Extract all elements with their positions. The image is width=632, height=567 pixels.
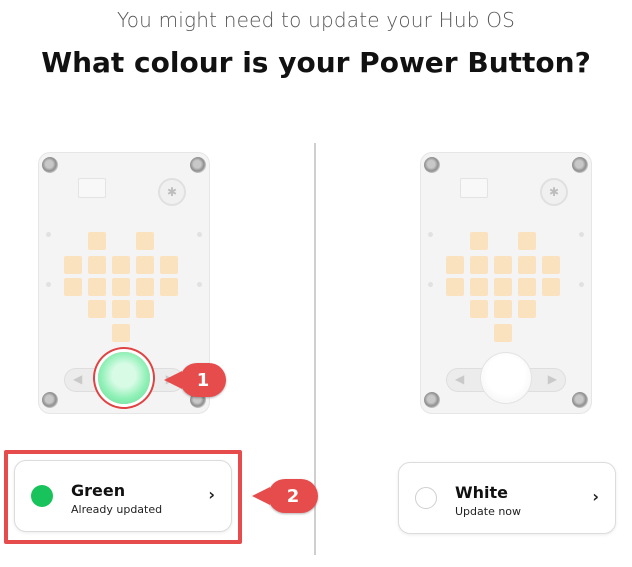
green-power-button-icon [98, 352, 150, 404]
callout-badge: 2 [252, 479, 318, 513]
led-pixel [542, 278, 560, 296]
option-subtitle: Already updated [71, 503, 163, 516]
led-pixel [112, 278, 130, 296]
screw-icon [424, 392, 440, 408]
led-pixel [446, 278, 464, 296]
led-pixel [64, 256, 82, 274]
side-dot [579, 232, 584, 237]
chevron-right-icon: › [208, 485, 215, 504]
led-pixel [136, 278, 154, 296]
led-pixel [88, 256, 106, 274]
option-subtitle: Update now [455, 505, 522, 518]
option-title: White [455, 483, 509, 502]
screw-icon [190, 157, 206, 173]
led-pixel [160, 278, 178, 296]
screw-icon [572, 392, 588, 408]
arrow-right-icon: ▶ [547, 372, 557, 386]
port-icon [460, 178, 488, 198]
led-pixel [136, 300, 154, 318]
callout-badge: 1 [164, 363, 226, 397]
bluetooth-button-icon: ✱ [540, 178, 568, 206]
led-pixel [64, 278, 82, 296]
led-pixel [542, 256, 560, 274]
led-pixel [518, 300, 536, 318]
led-pixel [494, 278, 512, 296]
chevron-right-icon: › [592, 487, 599, 506]
led-pixel [160, 256, 178, 274]
port-icon [78, 178, 106, 198]
led-pixel [470, 232, 488, 250]
led-pixel [136, 256, 154, 274]
side-dot [428, 282, 433, 287]
led-pixel [136, 232, 154, 250]
arrow-left-icon: ◀ [73, 372, 83, 386]
led-pixel [518, 278, 536, 296]
led-pixel [470, 278, 488, 296]
side-dot [197, 232, 202, 237]
arrow-left-icon: ◀ [455, 372, 465, 386]
side-dot [579, 282, 584, 287]
led-pixel [88, 232, 106, 250]
screw-icon [572, 157, 588, 173]
led-pixel [112, 324, 130, 342]
side-dot [46, 232, 51, 237]
led-pixel [494, 256, 512, 274]
white-power-button-icon [480, 352, 532, 404]
page-subtitle: You might need to update your Hub OS [116, 8, 516, 32]
side-dot [197, 282, 202, 287]
bluetooth-button-icon: ✱ [158, 178, 186, 206]
led-pixel [518, 256, 536, 274]
side-dot [428, 232, 433, 237]
screw-icon [424, 157, 440, 173]
led-pixel [88, 278, 106, 296]
screw-icon [42, 392, 58, 408]
green-swatch-icon [31, 485, 53, 507]
led-pixel [494, 324, 512, 342]
led-pixel [112, 300, 130, 318]
led-pixel [446, 256, 464, 274]
led-pixel [88, 300, 106, 318]
option-green-button[interactable]: Green Already updated › [14, 460, 232, 532]
option-white-button[interactable]: White Update now › [398, 462, 616, 534]
led-pixel [494, 300, 512, 318]
page-title: What colour is your Power Button? [41, 46, 591, 79]
led-pixel [470, 300, 488, 318]
option-title: Green [71, 481, 126, 500]
led-pixel [112, 256, 130, 274]
led-pixel [518, 232, 536, 250]
hub-image-white: ✱ ◀ ▶ [420, 152, 592, 414]
screw-icon [42, 157, 58, 173]
white-swatch-icon [415, 487, 437, 509]
led-pixel [470, 256, 488, 274]
side-dot [46, 282, 51, 287]
